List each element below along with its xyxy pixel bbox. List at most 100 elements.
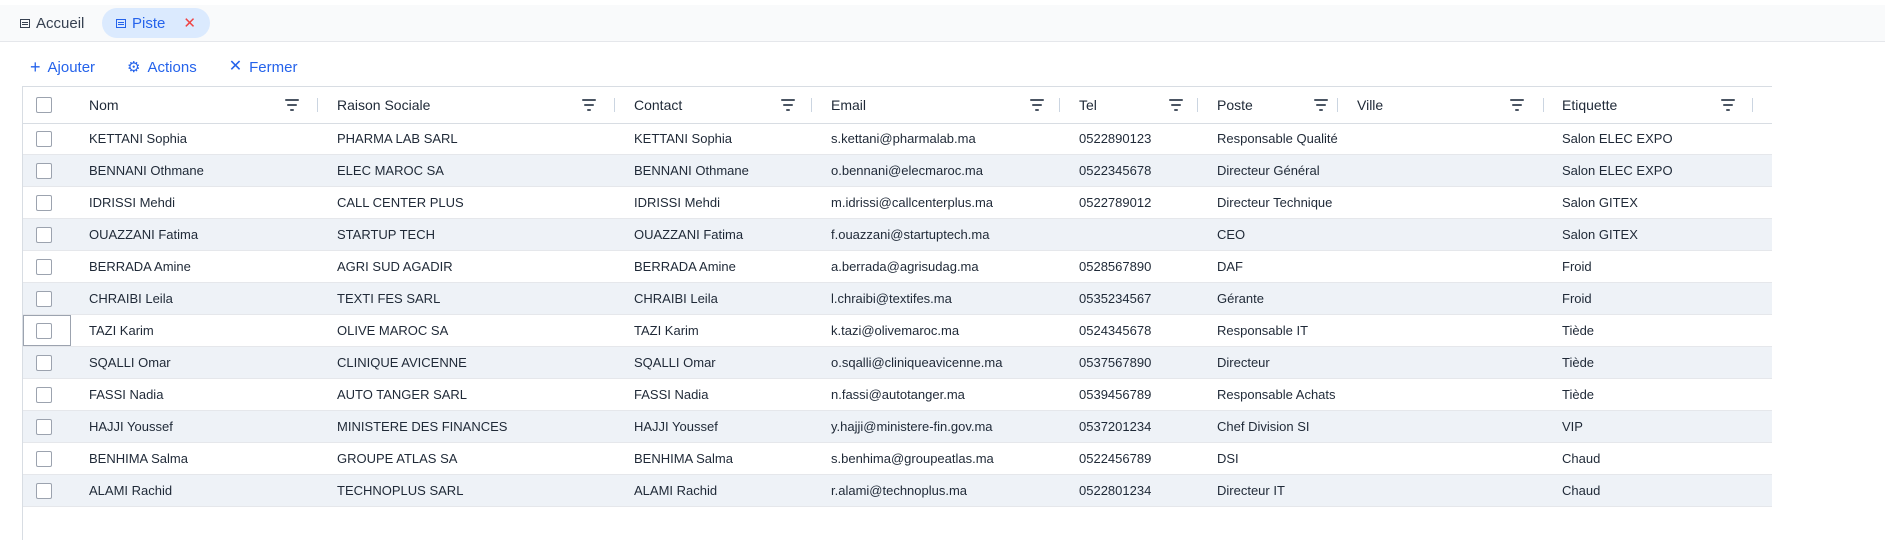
table-row[interactable]: BENNANI Othmane ELEC MAROC SA BENNANI Othm…	[23, 155, 1772, 187]
table-row[interactable]: CHRAIBI Leila TEXTI FES SARL CHRAIBI Leila…	[23, 283, 1772, 315]
cell-nom[interactable]: FASSI Nadia	[89, 379, 163, 411]
filter-icon[interactable]	[780, 99, 795, 111]
cell-tel[interactable]: 0522801234	[1079, 475, 1151, 507]
filter-icon[interactable]	[581, 99, 596, 111]
cell-raison-sociale[interactable]: CALL CENTER PLUS	[337, 187, 464, 219]
cell-email[interactable]: k.tazi@olivemaroc.ma	[831, 315, 959, 347]
cell-contact[interactable]: KETTANI Sophia	[634, 123, 732, 155]
select-all-checkbox[interactable]	[36, 97, 52, 113]
cell-contact[interactable]: TAZI Karim	[634, 315, 699, 347]
column-header-email[interactable]: Email	[831, 87, 866, 123]
cell-tel[interactable]: 0537201234	[1079, 411, 1151, 443]
cell-raison-sociale[interactable]: OLIVE MAROC SA	[337, 315, 448, 347]
table-row[interactable]: TAZI Karim OLIVE MAROC SA TAZI Karim k.tazi…	[23, 315, 1772, 347]
row-checkbox[interactable]	[36, 483, 52, 499]
tab-accueil[interactable]: Accueil	[12, 8, 94, 38]
cell-poste[interactable]: CEO	[1217, 219, 1245, 251]
row-checkbox[interactable]	[36, 291, 52, 307]
cell-nom[interactable]: HAJJI Youssef	[89, 411, 173, 443]
cell-contact[interactable]: ALAMI Rachid	[634, 475, 717, 507]
cell-nom[interactable]: BERRADA Amine	[89, 251, 191, 283]
cell-contact[interactable]: BENNANI Othmane	[634, 155, 749, 187]
cell-nom[interactable]: BENNANI Othmane	[89, 155, 204, 187]
filter-icon[interactable]	[1509, 99, 1524, 111]
cell-tel[interactable]: 0522345678	[1079, 155, 1151, 187]
cell-email[interactable]: s.benhima@groupeatlas.ma	[831, 443, 994, 475]
row-checkbox[interactable]	[36, 323, 52, 339]
cell-poste[interactable]: Directeur Général	[1217, 155, 1320, 187]
cell-poste[interactable]: Gérante	[1217, 283, 1264, 315]
actions-button[interactable]: ⚙ Actions	[127, 59, 197, 76]
column-header-contact[interactable]: Contact	[634, 87, 682, 123]
cell-email[interactable]: a.berrada@agrisudag.ma	[831, 251, 979, 283]
cell-poste[interactable]: Responsable Qualité	[1217, 123, 1338, 155]
cell-etiquette[interactable]: Froid	[1562, 283, 1592, 315]
cell-contact[interactable]: HAJJI Youssef	[634, 411, 718, 443]
column-resize-handle[interactable]	[811, 98, 812, 112]
filter-icon[interactable]	[1029, 99, 1044, 111]
cell-etiquette[interactable]: VIP	[1562, 411, 1583, 443]
cell-nom[interactable]: SQALLI Omar	[89, 347, 171, 379]
cell-tel[interactable]: 0528567890	[1079, 251, 1151, 283]
row-checkbox[interactable]	[36, 163, 52, 179]
column-resize-handle[interactable]	[1752, 98, 1753, 112]
filter-icon[interactable]	[1720, 99, 1735, 111]
cell-raison-sociale[interactable]: STARTUP TECH	[337, 219, 435, 251]
cell-etiquette[interactable]: Chaud	[1562, 475, 1600, 507]
cell-poste[interactable]: Responsable IT	[1217, 315, 1308, 347]
cell-email[interactable]: r.alami@technoplus.ma	[831, 475, 967, 507]
cell-etiquette[interactable]: Salon GITEX	[1562, 187, 1638, 219]
cell-etiquette[interactable]: Chaud	[1562, 443, 1600, 475]
column-header-tel[interactable]: Tel	[1079, 87, 1097, 123]
cell-nom[interactable]: OUAZZANI Fatima	[89, 219, 198, 251]
table-row[interactable]: KETTANI Sophia PHARMA LAB SARL KETTANI Sop…	[23, 123, 1772, 155]
cell-poste[interactable]: Directeur	[1217, 347, 1270, 379]
cell-poste[interactable]: DAF	[1217, 251, 1243, 283]
cell-raison-sociale[interactable]: CLINIQUE AVICENNE	[337, 347, 467, 379]
cell-raison-sociale[interactable]: PHARMA LAB SARL	[337, 123, 458, 155]
cell-etiquette[interactable]: Tiède	[1562, 315, 1594, 347]
cell-tel[interactable]: 0537567890	[1079, 347, 1151, 379]
cell-poste[interactable]: Chef Division SI	[1217, 411, 1309, 443]
cell-raison-sociale[interactable]: AGRI SUD AGADIR	[337, 251, 453, 283]
cell-email[interactable]: m.idrissi@callcenterplus.ma	[831, 187, 993, 219]
cell-contact[interactable]: OUAZZANI Fatima	[634, 219, 743, 251]
cell-poste[interactable]: Directeur Technique	[1217, 187, 1332, 219]
cell-etiquette[interactable]: Tiède	[1562, 379, 1594, 411]
cell-contact[interactable]: BERRADA Amine	[634, 251, 736, 283]
table-row[interactable]: IDRISSI Mehdi CALL CENTER PLUS IDRISSI Meh…	[23, 187, 1772, 219]
close-button[interactable]: ✕ Fermer	[229, 59, 298, 76]
column-resize-handle[interactable]	[614, 98, 615, 112]
cell-etiquette[interactable]: Salon ELEC EXPO	[1562, 123, 1673, 155]
row-checkbox[interactable]	[36, 195, 52, 211]
filter-icon[interactable]	[1168, 99, 1183, 111]
cell-contact[interactable]: BENHIMA Salma	[634, 443, 733, 475]
filter-icon[interactable]	[1313, 99, 1328, 111]
column-header-nom[interactable]: Nom	[89, 87, 119, 123]
cell-tel[interactable]: 0522890123	[1079, 123, 1151, 155]
filter-icon[interactable]	[284, 99, 299, 111]
column-header-poste[interactable]: Poste	[1217, 87, 1253, 123]
cell-poste[interactable]: Responsable Achats	[1217, 379, 1336, 411]
tab-piste[interactable]: Piste ✕	[102, 8, 210, 38]
cell-etiquette[interactable]: Salon ELEC EXPO	[1562, 155, 1673, 187]
row-checkbox[interactable]	[36, 387, 52, 403]
close-icon[interactable]: ✕	[183, 14, 196, 32]
cell-raison-sociale[interactable]: TECHNOPLUS SARL	[337, 475, 463, 507]
column-resize-handle[interactable]	[1059, 98, 1060, 112]
column-resize-handle[interactable]	[1337, 98, 1338, 112]
cell-email[interactable]: y.hajji@ministere-fin.gov.ma	[831, 411, 993, 443]
cell-tel[interactable]: 0522789012	[1079, 187, 1151, 219]
table-row[interactable]: BENHIMA Salma GROUPE ATLAS SA BENHIMA Salm…	[23, 443, 1772, 475]
cell-etiquette[interactable]: Salon GITEX	[1562, 219, 1638, 251]
column-header-ville[interactable]: Ville	[1357, 87, 1383, 123]
column-header-etiquette[interactable]: Etiquette	[1562, 87, 1617, 123]
cell-email[interactable]: o.sqalli@cliniqueavicenne.ma	[831, 347, 1002, 379]
cell-tel[interactable]: 0524345678	[1079, 315, 1151, 347]
table-row[interactable]: OUAZZANI Fatima STARTUP TECH OUAZZANI Fati…	[23, 219, 1772, 251]
cell-contact[interactable]: IDRISSI Mehdi	[634, 187, 720, 219]
column-resize-handle[interactable]	[317, 98, 318, 112]
cell-nom[interactable]: BENHIMA Salma	[89, 443, 188, 475]
cell-contact[interactable]: CHRAIBI Leila	[634, 283, 718, 315]
row-checkbox[interactable]	[36, 131, 52, 147]
